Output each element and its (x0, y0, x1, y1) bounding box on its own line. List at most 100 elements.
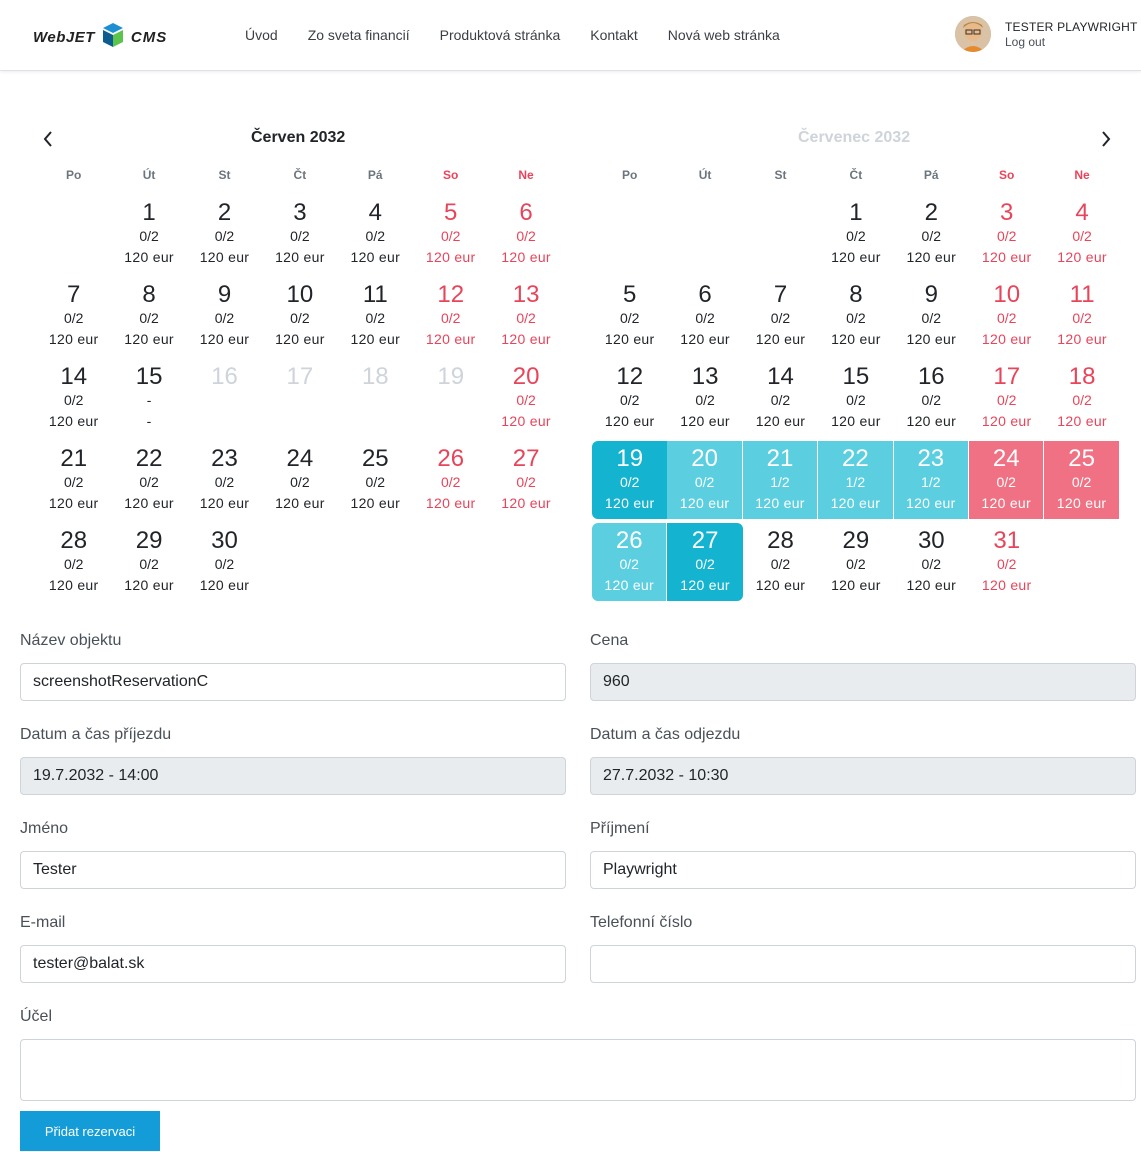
calendar-day-18[interactable]: 18 0/2 120 eur (1044, 359, 1119, 437)
calendar-day-1[interactable]: 1 0/2 120 eur (818, 195, 893, 273)
calendar-day-30[interactable]: 30 0/2 120 eur (894, 523, 969, 601)
calendar-day-6[interactable]: 6 0/2 120 eur (667, 277, 742, 355)
calendar-day-27[interactable]: 27 0/2 120 eur (667, 523, 743, 601)
avatar[interactable] (955, 16, 991, 52)
calendar-day-28[interactable]: 28 0/2 120 eur (36, 523, 111, 601)
calendar-day-11[interactable]: 11 0/2 120 eur (338, 277, 413, 355)
calendar-day-23[interactable]: 23 1/2 120 eur (893, 441, 969, 519)
calendar-day-12[interactable]: 12 0/2 120 eur (413, 277, 488, 355)
calendar-day-7[interactable]: 7 0/2 120 eur (36, 277, 111, 355)
day-price: 120 eur (604, 413, 655, 429)
day-number: 30 (211, 527, 238, 554)
calendar-day-21[interactable]: 21 1/2 120 eur (742, 441, 819, 519)
calendar-day-2[interactable]: 2 0/2 120 eur (894, 195, 969, 273)
calendar-day-3[interactable]: 3 0/2 120 eur (262, 195, 337, 273)
email-input[interactable]: tester@balat.sk (20, 945, 566, 983)
calendar-day-21[interactable]: 21 0/2 120 eur (36, 441, 111, 519)
calendar-day-10[interactable]: 10 0/2 120 eur (969, 277, 1044, 355)
price-input[interactable]: 960 (590, 663, 1136, 701)
calendar-day-24[interactable]: 24 0/2 120 eur (969, 441, 1045, 519)
day-number: 18 (361, 363, 389, 390)
calendar-day-16[interactable]: 16 (187, 359, 262, 437)
webjet-logo[interactable]: WebJET CMS (33, 22, 167, 52)
day-occupancy: 0/2 (440, 228, 461, 244)
weekday-label: Pá (367, 168, 383, 182)
calendar-day-26[interactable]: 26 0/2 120 eur (592, 523, 668, 601)
calendar-day-20[interactable]: 20 0/2 120 eur (488, 359, 563, 437)
user-menu[interactable]: TESTER PLAYWRIGHT Log out (955, 16, 1138, 52)
nav-item-produktova-stranka[interactable]: Produktová stránka (425, 26, 576, 44)
calendar-day-7[interactable]: 7 0/2 120 eur (743, 277, 818, 355)
day-number: 9 (217, 281, 232, 308)
calendar-day-23[interactable]: 23 0/2 120 eur (187, 441, 262, 519)
day-occupancy: 0/2 (139, 310, 159, 326)
calendar-day-17[interactable]: 17 0/2 120 eur (969, 359, 1044, 437)
calendar-day-15[interactable]: 15 - - (111, 359, 186, 437)
calendar-day-29[interactable]: 29 0/2 120 eur (818, 523, 893, 601)
day-occupancy: 0/2 (770, 310, 791, 326)
nav-item-uvod[interactable]: Úvod (230, 26, 293, 44)
day-number: 26 (437, 445, 465, 472)
add-reservation-button[interactable]: Přidat rezervaci (20, 1111, 160, 1151)
calendar-day-1[interactable]: 1 0/2 120 eur (111, 195, 186, 273)
calendar-day-20[interactable]: 20 0/2 120 eur (667, 441, 743, 519)
calendar-day-13[interactable]: 13 0/2 120 eur (667, 359, 742, 437)
day-number: 8 (849, 281, 863, 308)
purpose-label: Účel (20, 1008, 53, 1025)
calendar-day-28[interactable]: 28 0/2 120 eur (743, 523, 818, 601)
day-number: 18 (1068, 363, 1096, 390)
calendar-day-11[interactable]: 11 0/2 120 eur (1044, 277, 1119, 355)
object-input[interactable]: screenshotReservationC (20, 663, 566, 701)
weekday-label: Čt (849, 168, 863, 182)
calendar-day-5[interactable]: 5 0/2 120 eur (413, 195, 488, 273)
arrival-input[interactable]: 19.7.2032 - 14:00 (20, 757, 566, 795)
calendar-day-25[interactable]: 25 0/2 120 eur (338, 441, 413, 519)
day-price: 120 eur (501, 249, 551, 265)
calendar-day-25[interactable]: 25 0/2 120 eur (1044, 441, 1120, 519)
calendar-day-31[interactable]: 31 0/2 120 eur (969, 523, 1044, 601)
chevron-left-icon[interactable] (42, 130, 54, 148)
nav-item-zo-sveta-financii[interactable]: Zo sveta financií (293, 26, 425, 44)
surname-input[interactable]: Playwright (590, 851, 1136, 889)
calendar-day-6[interactable]: 6 0/2 120 eur (488, 195, 563, 273)
departure-input[interactable]: 27.7.2032 - 10:30 (590, 757, 1136, 795)
calendar-day-14[interactable]: 14 0/2 120 eur (743, 359, 818, 437)
calendar-day-15[interactable]: 15 0/2 120 eur (818, 359, 893, 437)
calendar-day-22[interactable]: 22 1/2 120 eur (818, 441, 894, 519)
nav-item-kontakt[interactable]: Kontakt (575, 26, 652, 44)
calendar-day-29[interactable]: 29 0/2 120 eur (111, 523, 186, 601)
calendar-day-8[interactable]: 8 0/2 120 eur (818, 277, 893, 355)
calendar-day-17[interactable]: 17 (262, 359, 337, 437)
phone-input[interactable] (590, 945, 1136, 983)
calendar-day-13[interactable]: 13 0/2 120 eur (488, 277, 563, 355)
nav-item-nova-web-stranka[interactable]: Nová web stránka (653, 26, 795, 44)
calendar-day-22[interactable]: 22 0/2 120 eur (111, 441, 186, 519)
logout-link[interactable]: Log out (1005, 35, 1138, 49)
calendar-day-18[interactable]: 18 (338, 359, 413, 437)
calendar-day-19[interactable]: 19 0/2 120 eur (592, 441, 668, 519)
calendar-day-14[interactable]: 14 0/2 120 eur (36, 359, 111, 437)
calendar-day-5[interactable]: 5 0/2 120 eur (592, 277, 667, 355)
calendar-day-10[interactable]: 10 0/2 120 eur (262, 277, 337, 355)
purpose-textarea[interactable] (20, 1039, 1136, 1101)
calendar-day-4[interactable]: 4 0/2 120 eur (1044, 195, 1119, 273)
calendar-day-12[interactable]: 12 0/2 120 eur (592, 359, 667, 437)
calendar-day-9[interactable]: 9 0/2 120 eur (187, 277, 262, 355)
calendar-day-30[interactable]: 30 0/2 120 eur (187, 523, 262, 601)
chevron-right-icon[interactable] (1100, 130, 1112, 148)
calendar-day-27[interactable]: 27 0/2 120 eur (488, 441, 563, 519)
calendar-day-26[interactable]: 26 0/2 120 eur (413, 441, 488, 519)
calendar-day-2[interactable]: 2 0/2 120 eur (187, 195, 262, 273)
calendar-day-24[interactable]: 24 0/2 120 eur (262, 441, 337, 519)
day-number: 29 (842, 527, 870, 554)
calendar-day-19[interactable]: 19 (413, 359, 488, 437)
name-input[interactable]: Tester (20, 851, 566, 889)
calendar-day-3[interactable]: 3 0/2 120 eur (969, 195, 1044, 273)
calendar-day-4[interactable]: 4 0/2 120 eur (338, 195, 413, 273)
day-number: 11 (362, 281, 388, 308)
calendar-day-16[interactable]: 16 0/2 120 eur (894, 359, 969, 437)
calendar-day-8[interactable]: 8 0/2 120 eur (111, 277, 186, 355)
day-price: 120 eur (425, 495, 476, 511)
day-occupancy: 0/2 (846, 392, 866, 408)
calendar-day-9[interactable]: 9 0/2 120 eur (894, 277, 969, 355)
